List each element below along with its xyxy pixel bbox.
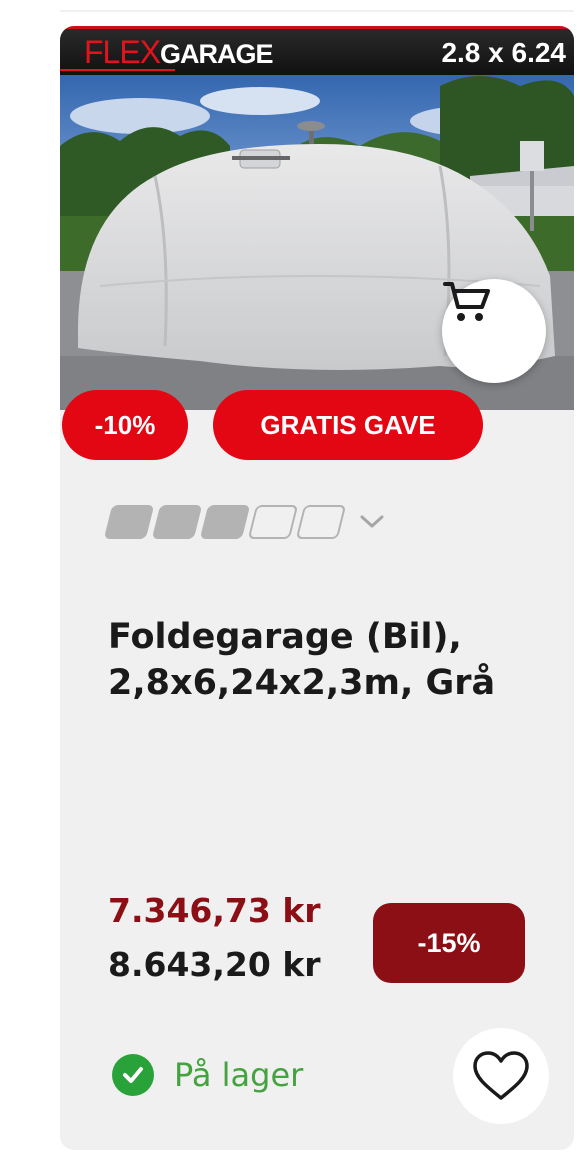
product-title[interactable]: Foldegarage (Bil), 2,8x6,24x2,3m, Grå [108,614,548,706]
brand-logo-part1: FLEX [84,34,161,70]
favorite-button[interactable] [453,1028,549,1124]
brand-logo: FLEXGARAGE [84,33,274,73]
product-card[interactable]: FLEXGARAGE 2.8 x 6.24 -10% GRATIS GAVE F… [60,26,574,1150]
brand-logo-part2: GARAGE [160,39,274,69]
current-price: 7.346,73 kr [108,891,321,930]
chevron-down-icon[interactable] [358,512,386,532]
heart-icon [473,1051,529,1100]
rating-segment-empty [295,505,347,539]
rating-segment-empty [247,505,299,539]
previous-price: 8.643,20 kr [108,945,321,984]
check-circle-icon [112,1054,154,1096]
discount-badge: -10% [62,390,188,460]
brand-underline [60,69,175,71]
add-to-cart-button[interactable] [442,279,546,383]
brand-banner: FLEXGARAGE 2.8 x 6.24 [60,26,574,75]
stock-status: På lager [112,1050,303,1100]
rating-segment-filled [103,505,155,539]
shopping-cart-icon [443,282,490,321]
stock-label: På lager [174,1056,304,1094]
price-discount-badge: -15% [373,903,525,983]
previous-card-edge [60,0,574,12]
rating-selector[interactable] [103,504,386,540]
size-label: 2.8 x 6.24 [441,37,566,68]
rating-segment-filled [151,505,203,539]
rating-segment-filled [199,505,251,539]
product-title-line1: Foldegarage (Bil), [108,617,462,657]
gift-badge: GRATIS GAVE [213,390,483,460]
product-title-line2: 2,8x6,24x2,3m, Grå [108,663,496,703]
product-image[interactable]: FLEXGARAGE 2.8 x 6.24 [60,26,574,410]
